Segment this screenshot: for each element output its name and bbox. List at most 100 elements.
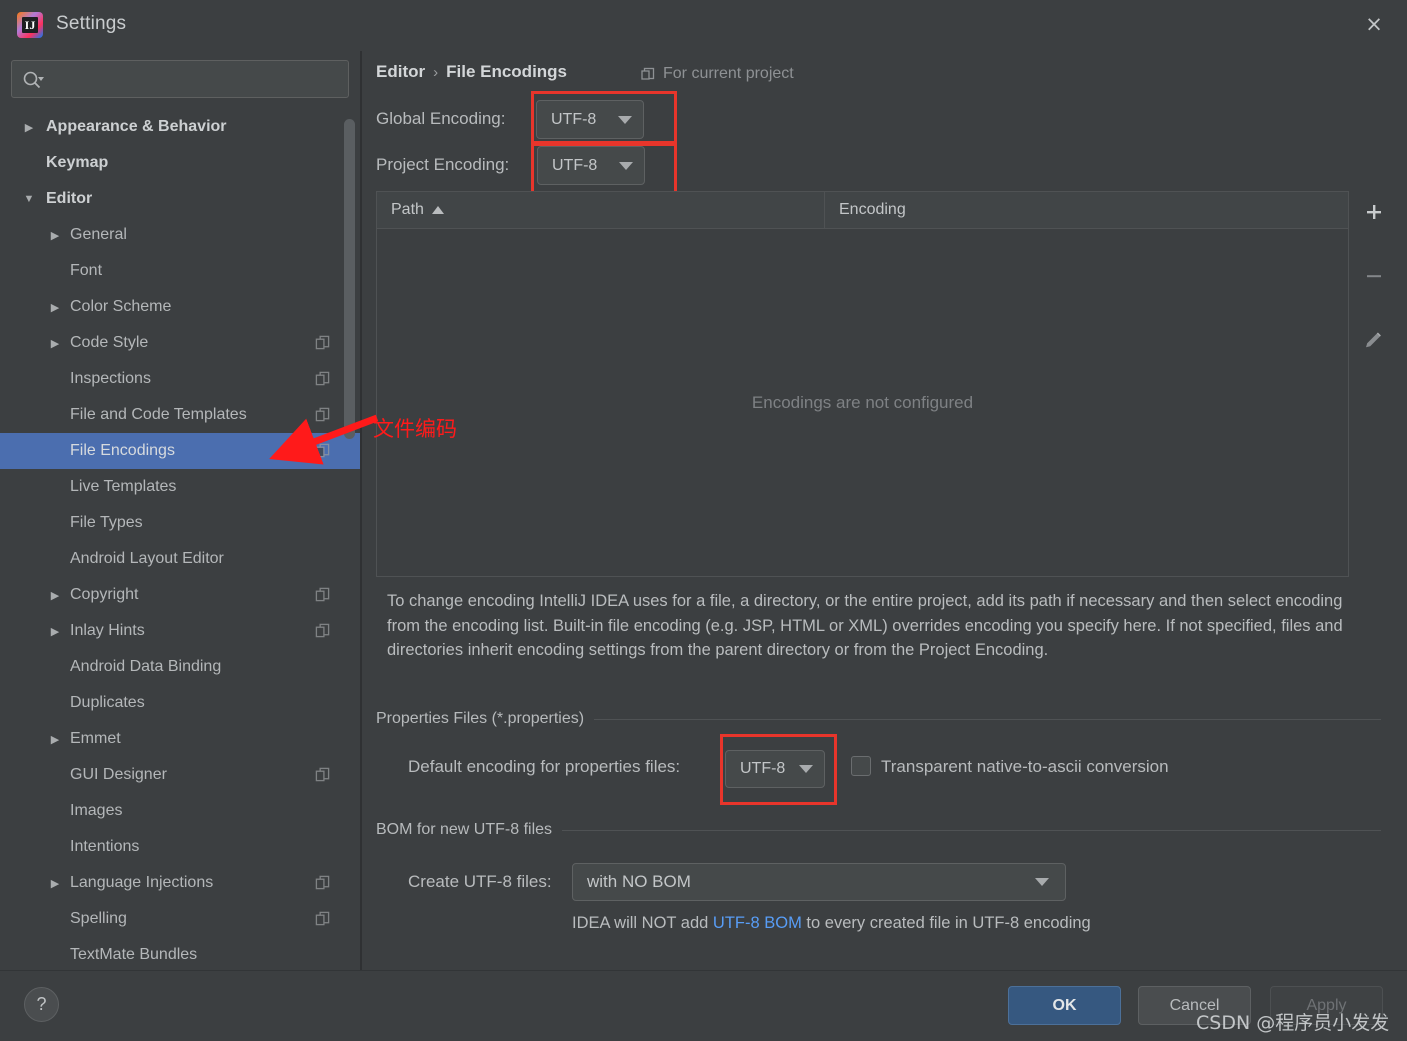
sidebar-item-emmet[interactable]: ▶ Emmet: [0, 721, 360, 757]
chevron-right-icon[interactable]: ▶: [46, 289, 64, 325]
table-empty-message: Encodings are not configured: [751, 392, 974, 412]
sidebar-item-label: Android Layout Editor: [70, 550, 224, 567]
create-utf8-files-value: with NO BOM: [587, 872, 691, 891]
breadcrumb-separator-icon: ›: [433, 63, 439, 81]
sidebar-item-label: Editor: [46, 190, 93, 207]
sidebar-item-file-encodings[interactable]: File Encodings: [0, 433, 360, 469]
sidebar-item-live-templates[interactable]: Live Templates: [0, 469, 360, 505]
chevron-right-icon[interactable]: ▶: [46, 217, 64, 253]
sidebar-item-file-types[interactable]: File Types: [0, 505, 360, 541]
settings-tree: ▶ Appearance & Behavior Keymap ▼ Editor ▶ Gene…: [0, 109, 360, 970]
settings-dialog: IJ Settings × ▶ Appearance & Behavior Keym…: [0, 0, 1407, 1041]
copy-settings-icon: [315, 371, 330, 386]
sidebar-item-general[interactable]: ▶ General: [0, 217, 360, 253]
table-header-encoding[interactable]: Encoding: [825, 192, 1348, 228]
sidebar: ▶ Appearance & Behavior Keymap ▼ Editor ▶ Gene…: [0, 51, 360, 970]
chevron-right-icon[interactable]: ▶: [20, 109, 38, 145]
chevron-right-icon[interactable]: ▶: [46, 325, 64, 361]
bom-hint: IDEA will NOT add UTF-8 BOM to every cre…: [572, 914, 1091, 933]
copy-settings-icon: [315, 335, 330, 350]
global-encoding-label: Global Encoding:: [376, 109, 506, 128]
sidebar-item-label: Appearance & Behavior: [46, 118, 227, 135]
sidebar-item-color-scheme[interactable]: ▶ Color Scheme: [0, 289, 360, 325]
sidebar-item-label: Copyright: [70, 586, 139, 603]
table-header-path-label: Path: [391, 201, 424, 218]
ok-button[interactable]: OK: [1008, 986, 1121, 1025]
global-encoding-dropdown[interactable]: UTF-8: [536, 100, 644, 139]
bom-hint-prefix: IDEA will NOT add: [572, 914, 713, 932]
pencil-edit-icon: [1366, 332, 1381, 348]
sidebar-item-inlay-hints[interactable]: ▶ Inlay Hints: [0, 613, 360, 649]
sidebar-item-file-and-code-templates[interactable]: File and Code Templates: [0, 397, 360, 433]
transparent-native-to-ascii-checkbox[interactable]: [851, 756, 871, 776]
for-current-project-label: For current project: [640, 65, 794, 83]
sidebar-item-copyright[interactable]: ▶ Copyright: [0, 577, 360, 613]
sidebar-item-label: Android Data Binding: [70, 658, 222, 675]
project-encoding-value: UTF-8: [552, 156, 598, 174]
sidebar-item-label: GUI Designer: [70, 766, 167, 783]
table-body[interactable]: Encodings are not configured: [377, 229, 1348, 576]
sidebar-item-label: Inspections: [70, 370, 151, 387]
sidebar-item-label: File and Code Templates: [70, 406, 247, 423]
project-encoding-dropdown[interactable]: UTF-8: [537, 146, 645, 185]
chevron-down-icon[interactable]: ▼: [20, 181, 38, 217]
sidebar-item-code-style[interactable]: ▶ Code Style: [0, 325, 360, 361]
annotation-note: 文件编码: [373, 417, 457, 441]
sidebar-item-keymap[interactable]: Keymap: [0, 145, 360, 181]
copy-settings-icon: [315, 587, 330, 602]
edit-button[interactable]: [1355, 319, 1393, 361]
breadcrumb: Editor › File Encodings: [376, 62, 567, 82]
chevron-right-icon[interactable]: ▶: [46, 721, 64, 757]
global-encoding-value: UTF-8: [551, 110, 597, 128]
copy-settings-icon: [315, 875, 330, 890]
close-icon[interactable]: ×: [1353, 6, 1395, 42]
sidebar-item-font[interactable]: Font: [0, 253, 360, 289]
bom-group-title: BOM for new UTF-8 files: [376, 821, 553, 838]
chevron-down-icon: [799, 765, 813, 773]
properties-files-group-title: Properties Files (*.properties): [376, 710, 585, 727]
create-utf8-files-select[interactable]: with NO BOM: [572, 863, 1066, 901]
sidebar-item-label: Color Scheme: [70, 298, 172, 315]
for-current-project-text: For current project: [663, 65, 794, 82]
sidebar-item-inspections[interactable]: Inspections: [0, 361, 360, 397]
sidebar-item-gui-designer[interactable]: GUI Designer: [0, 757, 360, 793]
transparent-native-to-ascii-label: Transparent native-to-ascii conversion: [881, 757, 1169, 776]
sidebar-item-language-injections[interactable]: ▶ Language Injections: [0, 865, 360, 901]
sidebar-item-duplicates[interactable]: Duplicates: [0, 685, 360, 721]
create-utf8-files-label: Create UTF-8 files:: [408, 872, 552, 891]
search-box[interactable]: [11, 60, 349, 98]
sidebar-item-intentions[interactable]: Intentions: [0, 829, 360, 865]
sidebar-item-android-layout-editor[interactable]: Android Layout Editor: [0, 541, 360, 577]
sidebar-item-spelling[interactable]: Spelling: [0, 901, 360, 937]
bom-group-header: BOM for new UTF-8 files: [376, 821, 1381, 839]
table-header-row: Path Encoding: [377, 192, 1348, 229]
breadcrumb-root[interactable]: Editor: [376, 62, 425, 82]
copy-settings-icon: [315, 767, 330, 782]
table-header-encoding-label: Encoding: [839, 201, 906, 218]
sidebar-item-label: Font: [70, 262, 103, 279]
search-input[interactable]: [52, 61, 342, 97]
chevron-right-icon[interactable]: ▶: [46, 613, 64, 649]
group-divider: [594, 718, 1381, 720]
chevron-right-icon[interactable]: ▶: [46, 577, 64, 613]
help-button[interactable]: ?: [24, 987, 59, 1022]
utf8-bom-link[interactable]: UTF-8 BOM: [713, 914, 802, 932]
remove-button[interactable]: [1355, 255, 1393, 297]
sidebar-item-editor[interactable]: ▼ Editor: [0, 181, 360, 217]
chevron-down-icon: [619, 161, 633, 170]
sidebar-item-label: File Types: [70, 514, 143, 531]
sidebar-item-images[interactable]: Images: [0, 793, 360, 829]
bom-hint-suffix: to every created file in UTF-8 encoding: [801, 914, 1091, 932]
table-toolbar: [1355, 191, 1393, 577]
sidebar-item-label: Code Style: [70, 334, 149, 351]
copy-settings-icon: [315, 407, 330, 422]
sidebar-scrollbar[interactable]: [344, 119, 355, 439]
default-properties-encoding-dropdown[interactable]: UTF-8: [725, 750, 825, 788]
sidebar-item-appearance-behavior[interactable]: ▶ Appearance & Behavior: [0, 109, 360, 145]
add-button[interactable]: [1355, 191, 1393, 233]
table-header-path[interactable]: Path: [377, 192, 825, 228]
sidebar-item-label: Duplicates: [70, 694, 145, 711]
sidebar-item-textmate-bundles[interactable]: TextMate Bundles: [0, 937, 360, 970]
chevron-right-icon[interactable]: ▶: [46, 865, 64, 901]
sidebar-item-android-data-binding[interactable]: Android Data Binding: [0, 649, 360, 685]
